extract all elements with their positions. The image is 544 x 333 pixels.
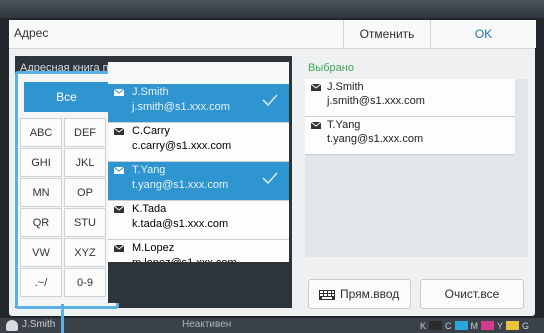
direct-entry-label: Прям.ввод (340, 287, 400, 301)
contact-list: J.Smith j.smith@s1.xxx.com C.Carry c.car… (108, 62, 289, 290)
alpha-button-xyz[interactable]: XYZ (64, 238, 106, 267)
alpha-button-vw[interactable]: VW (20, 238, 62, 267)
alpha-button-ghi[interactable]: GHI (20, 148, 62, 177)
alpha-button-op[interactable]: OP (64, 178, 106, 207)
envelope-icon (114, 245, 124, 252)
cancel-button[interactable]: Отменить (343, 20, 430, 48)
selected-name: J.Smith (327, 81, 364, 93)
contact-email: c.carry@s1.xxx.com (132, 140, 232, 152)
alpha-button-jkl[interactable]: JKL (64, 148, 106, 177)
toner-m-label: M (470, 320, 479, 331)
bezel-top-strip (0, 0, 544, 18)
alpha-button-abc[interactable]: ABC (20, 118, 62, 147)
contact-name: T.Yang (132, 164, 166, 176)
toner-c-bar (454, 321, 468, 330)
contact-name: K.Tada (132, 203, 167, 215)
toner-m-bar (481, 321, 495, 330)
user-icon (6, 320, 18, 331)
status-user: J.Smith (22, 319, 56, 330)
contact-email: k.tada@s1.xxx.com (132, 218, 229, 230)
toner-y-bar (506, 321, 520, 330)
toner-k-label: K (420, 320, 427, 331)
contact-item-ktada[interactable]: K.Tada k.tada@s1.xxx.com (108, 201, 289, 240)
envelope-icon (114, 128, 124, 135)
contact-name: J.Smith (132, 86, 169, 98)
alpha-button-mn[interactable]: MN (20, 178, 62, 207)
contact-item-tyang[interactable]: T.Yang t.yang@s1.xxx.com (108, 162, 289, 201)
envelope-icon (114, 89, 124, 96)
address-dialog: Адрес Отменить OK Адресная книга почты В… (9, 20, 536, 316)
dialog-title: Адрес (14, 26, 49, 40)
contact-item-jsmith[interactable]: J.Smith j.smith@s1.xxx.com (108, 84, 289, 123)
alpha-button-stu[interactable]: STU (64, 208, 106, 237)
selected-item-tyang[interactable]: T.Yang t.yang@s1.xxx.com (305, 117, 515, 155)
contact-email: t.yang@s1.xxx.com (132, 179, 229, 191)
alpha-button-def[interactable]: DEF (64, 118, 106, 147)
envelope-icon (114, 167, 124, 174)
contact-name: C.Carry (132, 125, 170, 137)
alpha-button-digits[interactable]: 0-9 (64, 268, 106, 297)
envelope-icon (114, 206, 124, 213)
selected-heading: Выбрано (308, 62, 354, 74)
selected-email: t.yang@s1.xxx.com (327, 133, 424, 145)
selected-item-jsmith[interactable]: J.Smith j.smith@s1.xxx.com (305, 79, 515, 117)
callout-line (61, 304, 64, 333)
clear-all-button[interactable]: Очист.все (420, 279, 524, 309)
status-bar: J.Smith Неактивен K C M Y G (0, 318, 544, 333)
alpha-button-qr[interactable]: QR (20, 208, 62, 237)
contact-item-ccarry[interactable]: C.Carry c.carry@s1.xxx.com (108, 123, 289, 162)
keyboard-icon (319, 290, 335, 300)
contact-email: j.smith@s1.xxx.com (132, 101, 230, 113)
ok-button[interactable]: OK (430, 20, 536, 48)
list-empty-area (108, 262, 289, 303)
selected-name: T.Yang (327, 119, 361, 131)
toner-indicator: K C M Y G (420, 320, 529, 331)
check-icon (262, 94, 278, 107)
envelope-icon (311, 84, 321, 91)
toner-k-bar (429, 321, 443, 330)
status-state: Неактивен (182, 319, 232, 330)
alpha-all-button[interactable]: Все (24, 82, 109, 112)
toner-c-label: C (445, 320, 452, 331)
selected-list: J.Smith j.smith@s1.xxx.com T.Yang t.yang… (305, 79, 528, 257)
direct-entry-button[interactable]: Прям.ввод (308, 279, 411, 309)
dialog-titlebar: Адрес Отменить OK (9, 20, 536, 49)
envelope-icon (311, 122, 321, 129)
selected-email: j.smith@s1.xxx.com (327, 95, 425, 107)
check-icon (262, 172, 278, 185)
alpha-index-panel: Все ABC DEF GHI JKL MN OP QR STU VW XYZ … (15, 71, 119, 309)
alpha-button-symbols[interactable]: .~/ (20, 268, 62, 297)
toner-y-label: Y (497, 320, 504, 331)
contact-name: M.Lopez (132, 242, 175, 254)
toner-g-label: G (522, 320, 530, 331)
